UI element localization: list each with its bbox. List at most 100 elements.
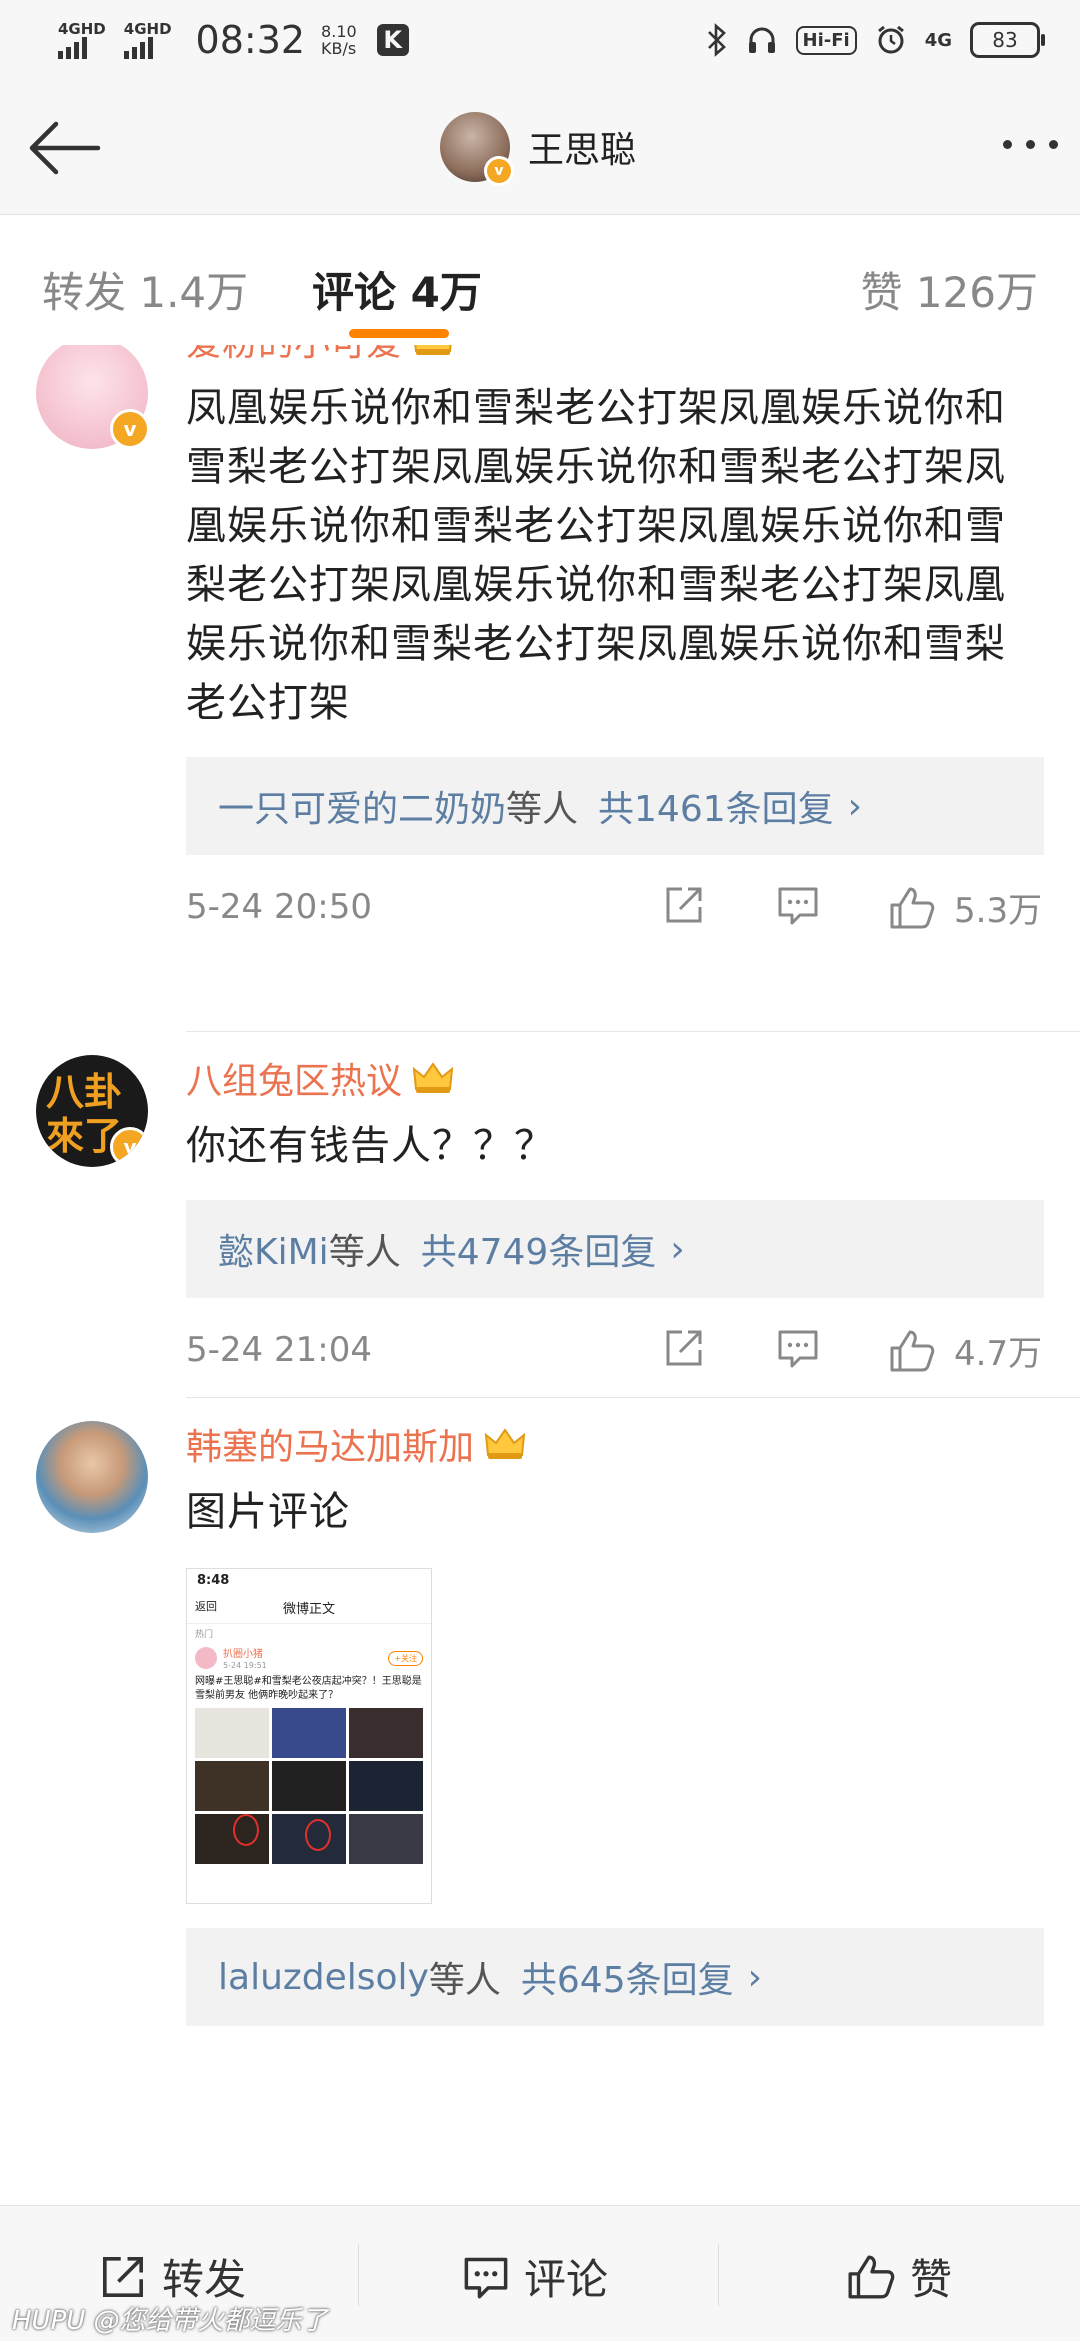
avatar[interactable]: 八卦 來了 v <box>36 1055 148 1167</box>
image-header-title: 微博正文 <box>282 1602 335 1617</box>
comment-text: 图片评论 <box>186 1489 350 1535</box>
crown-icon <box>484 1428 526 1459</box>
reply-username[interactable]: 一只可爱的二奶奶 <box>218 780 506 832</box>
back-arrow-icon[interactable] <box>26 116 106 180</box>
like-count: 5.3万 <box>954 891 1043 931</box>
comment-icon[interactable] <box>776 1326 820 1370</box>
svg-text:八卦: 八卦 <box>46 1070 122 1114</box>
comment-text: 你还有钱告人？？？ <box>186 1123 555 1169</box>
avatar[interactable]: v <box>440 112 514 186</box>
crown-icon <box>414 345 452 355</box>
reply-count[interactable]: 共645条回复 <box>521 1951 734 2003</box>
hifi-icon: Hi-Fi <box>795 25 857 55</box>
comment-footer: 5-24 20:50 5.3万 <box>186 855 1046 959</box>
clock: 08:32 <box>195 18 306 62</box>
share-icon[interactable] <box>662 883 706 927</box>
speed-value: 8.10 <box>321 22 357 41</box>
like-label: 赞 <box>910 2255 953 2304</box>
comment-icon[interactable] <box>776 883 820 927</box>
image-post-text: 网曝#王思聪#和雪梨老公夜店起冲突？！王思聪是雪梨前男友 他俩昨晚吵起来了？ <box>195 1676 422 1701</box>
active-tab-indicator <box>349 329 449 338</box>
highlight-circle <box>305 1819 331 1851</box>
like-count: 4.7万 <box>954 1334 1043 1374</box>
username-text: 八组兔区热议 <box>186 1061 403 1102</box>
bluetooth-icon <box>707 23 726 57</box>
verified-badge-icon: v <box>110 409 150 449</box>
comment-username[interactable]: 八组兔区热议 <box>186 1053 1046 1103</box>
avatar <box>195 1647 217 1669</box>
image-date: 5-24 19:51 <box>223 1661 267 1670</box>
comment-icon <box>464 2257 508 2298</box>
repost-button[interactable]: 转发 <box>98 2246 246 2307</box>
image-header: 返回 微博正文 <box>187 1592 431 1624</box>
tab-like[interactable]: 赞 126万 <box>860 259 1038 320</box>
image-status-time: 8:48 <box>197 1573 230 1588</box>
signal-icon-1: 4GHD <box>58 19 106 59</box>
highlight-circle <box>233 1814 259 1846</box>
status-bar: 4GHD 4GHD 08:32 8.10 KB/s K Hi-Fi 4G 83 <box>0 0 1080 82</box>
chevron-right-icon: › <box>670 1228 685 1270</box>
network-speed: 8.10 KB/s <box>321 23 357 57</box>
like-button[interactable]: 赞 <box>846 2246 952 2307</box>
tab-repost[interactable]: 转发 1.4万 <box>42 259 248 320</box>
tab-bar: 转发 1.4万 评论 4万 赞 126万 <box>0 215 1080 345</box>
more-options-icon[interactable] <box>1003 140 1058 149</box>
signal-label-1: 4GHD <box>58 19 106 38</box>
comment-username[interactable]: 韩塞的马达加斯加 <box>186 1419 1046 1469</box>
reply-count[interactable]: 共1461条回复 <box>598 780 834 832</box>
comment-button[interactable]: 评论 <box>462 2246 608 2307</box>
verified-badge-icon: v <box>110 1127 148 1167</box>
reply-username[interactable]: 懿KiMi <box>218 1223 329 1275</box>
reply-summary[interactable]: 懿KiMi 等人 共4749条回复 › <box>186 1200 1044 1298</box>
divider <box>358 2244 359 2306</box>
network-type-icon: 4G <box>924 29 952 51</box>
username-text: 爱粉的小可爱 <box>186 345 402 366</box>
thumbs-up-icon <box>890 887 935 928</box>
comment-footer: 5-24 21:04 4.7万 <box>186 1298 1046 1402</box>
username-text: 韩塞的马达加斯加 <box>186 1427 475 1468</box>
comment-time: 5-24 21:04 <box>186 1330 372 1370</box>
chevron-right-icon: › <box>747 1956 763 1998</box>
share-icon <box>103 2256 143 2297</box>
repost-label: 转发 <box>162 2255 247 2304</box>
comment-list: v 爱粉的小可爱 凤凰娱乐说你和雪梨老公打架凤凰娱乐说你和雪梨老公打架凤凰娱乐说… <box>0 345 1080 2205</box>
comment-text: 凤凰娱乐说你和雪梨老公打架凤凰娱乐说你和雪梨老公打架凤凰娱乐说你和雪梨老公打架凤… <box>186 385 1006 726</box>
image-username: 扒圈小猪 <box>223 1649 263 1660</box>
divider <box>718 2244 719 2306</box>
verified-badge-icon: v <box>484 156 514 186</box>
chevron-right-icon: › <box>847 785 863 827</box>
reply-summary[interactable]: 一只可爱的二奶奶 等人 共1461条回复 › <box>186 757 1044 855</box>
app-notification-icon: K <box>376 24 409 56</box>
like-button[interactable]: 4.7万 <box>888 1326 1042 1375</box>
comment-label: 评论 <box>524 2255 609 2304</box>
comment-time: 5-24 20:50 <box>186 887 372 927</box>
reply-username[interactable]: laluzdelsoly <box>218 1957 429 1998</box>
watermark: HUPU @您给带火都逗乐了 <box>12 2306 328 2336</box>
thumbs-up-icon <box>890 1330 935 1371</box>
alarm-icon <box>877 25 904 54</box>
profile-header[interactable]: v 王思聪 <box>440 112 637 186</box>
comment-image[interactable]: 8:48 返回 微博正文 热门 扒圈小猪 5-24 19:51 +关注 网曝#王… <box>186 1568 432 1904</box>
avatar[interactable]: v <box>36 345 150 449</box>
image-follow-label: +关注 <box>388 1650 423 1666</box>
reply-etc: 等人 <box>428 1960 501 2001</box>
image-back-label: 返回 <box>195 1600 217 1613</box>
share-icon[interactable] <box>662 1326 706 1370</box>
like-button[interactable]: 5.3万 <box>888 883 1042 932</box>
nav-bar: v 王思聪 <box>0 82 1080 215</box>
speed-unit: KB/s <box>321 39 357 58</box>
battery-icon: 83 <box>970 22 1045 58</box>
comment-username[interactable]: 爱粉的小可爱 <box>186 345 1046 365</box>
page-title: 王思聪 <box>528 130 637 171</box>
divider <box>186 1397 1080 1398</box>
image-hot-label: 热门 <box>195 1630 214 1640</box>
reply-count[interactable]: 共4749条回复 <box>421 1223 657 1275</box>
headphones-icon <box>748 27 775 53</box>
reply-etc: 等人 <box>328 1232 401 1273</box>
reply-etc: 等人 <box>506 789 579 830</box>
thumbs-up-icon <box>848 2255 895 2298</box>
divider <box>186 1031 1080 1032</box>
avatar[interactable] <box>36 1421 148 1533</box>
signal-label-2: 4GHD <box>123 19 172 38</box>
reply-summary[interactable]: laluzdelsoly 等人 共645条回复 › <box>186 1928 1044 2026</box>
